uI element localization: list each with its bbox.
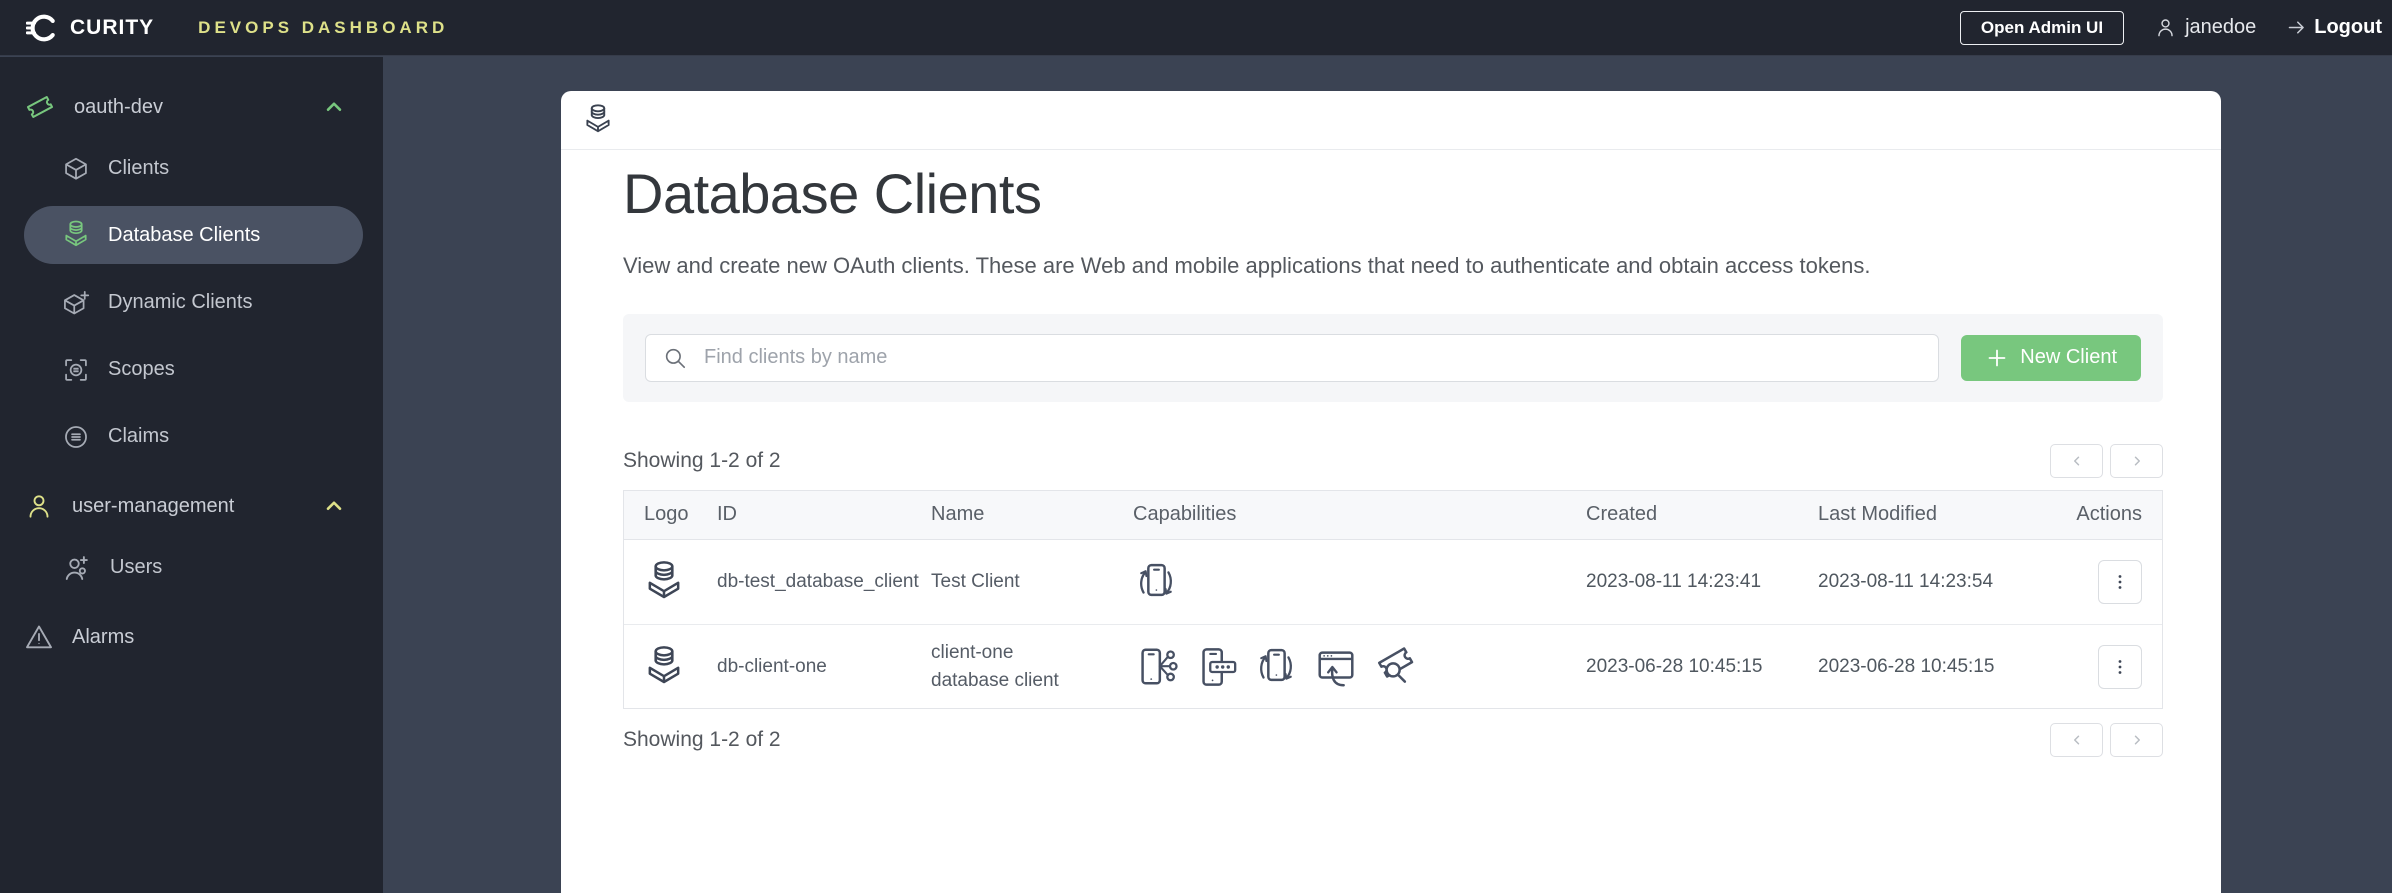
search-panel: New Client — [623, 313, 2163, 402]
phone-network-icon — [1133, 644, 1179, 690]
client-id: db-client-one — [717, 655, 827, 677]
app-title: DEVOPS DASHBOARD — [198, 17, 449, 37]
username: janedoe — [2185, 16, 2257, 38]
column-header-actions: Actions — [2076, 503, 2142, 526]
claims-icon — [62, 423, 90, 451]
database-clients-panel: Database Clients View and create new OAu… — [561, 91, 2221, 893]
brand-name: CURITY — [70, 15, 155, 39]
sidebar-item-label: Database Clients — [108, 223, 261, 246]
person-icon — [24, 491, 54, 521]
plus-icon — [1985, 346, 2009, 370]
chevron-up-icon[interactable] — [321, 493, 347, 519]
sidebar-item-database-clients[interactable]: Database Clients — [24, 206, 363, 264]
phone-refresh-icon — [1253, 644, 1299, 690]
warning-triangle-icon — [24, 622, 54, 652]
open-admin-ui-button[interactable]: Open Admin UI — [1959, 10, 2125, 45]
sidebar-section-label: user-management — [72, 494, 235, 517]
column-header-name: Name — [931, 503, 985, 526]
showing-count: Showing 1-2 of 2 — [623, 448, 781, 472]
column-header-last-modified: Last Modified — [1818, 503, 1937, 526]
sidebar-item-label: Alarms — [72, 625, 135, 648]
table-header: Logo ID Name Capabilities Created Last M… — [624, 490, 2162, 540]
topbar: CURITY DEVOPS DASHBOARD Open Admin UI ja… — [0, 0, 2392, 56]
browser-redirect-icon — [1313, 644, 1359, 690]
new-client-button[interactable]: New Client — [1961, 334, 2141, 381]
capabilities-cell — [1133, 559, 1586, 605]
row-actions-button[interactable] — [2098, 644, 2142, 689]
sidebar-section-user-management[interactable]: user-management — [0, 478, 383, 534]
scopes-icon — [62, 356, 90, 384]
previous-page-button[interactable] — [2050, 443, 2103, 478]
search-icon — [662, 345, 688, 371]
sidebar-section-label: oauth-dev — [74, 95, 163, 118]
sidebar: oauth-dev Clients Database Clients Dynam… — [0, 57, 383, 893]
cube-plus-icon — [62, 289, 90, 317]
ticket-icon — [24, 91, 56, 123]
ticket-search-icon — [1373, 644, 1419, 690]
search-input[interactable] — [645, 333, 1940, 382]
sidebar-item-claims[interactable]: Claims — [0, 403, 383, 470]
previous-page-button[interactable] — [2050, 723, 2103, 758]
phone-refresh-icon — [1133, 559, 1179, 605]
client-name: client-one database client — [931, 641, 1059, 691]
database-clients-icon — [583, 102, 613, 138]
new-client-label: New Client — [2020, 346, 2117, 369]
showing-count: Showing 1-2 of 2 — [623, 728, 781, 752]
sidebar-item-label: Dynamic Clients — [108, 291, 253, 313]
table-row: db-test_database_client Test Client 2023… — [624, 539, 2162, 624]
sidebar-item-label: Scopes — [108, 358, 175, 380]
client-logo-icon — [644, 643, 717, 691]
next-page-button[interactable] — [2110, 443, 2163, 478]
panel-header — [561, 91, 2221, 150]
client-logo-icon — [644, 558, 717, 606]
sidebar-item-label: Claims — [108, 425, 170, 447]
client-name: Test Client — [931, 571, 1020, 593]
column-header-id: ID — [717, 503, 737, 526]
sidebar-section-oauth-dev[interactable]: oauth-dev — [0, 79, 383, 135]
last-modified-date: 2023-06-28 10:45:15 — [1818, 655, 1995, 677]
person-plus-icon — [62, 553, 92, 583]
sidebar-item-users[interactable]: Users — [0, 534, 383, 601]
row-actions-button[interactable] — [2098, 559, 2142, 604]
curity-logo-icon — [26, 11, 60, 45]
next-page-button[interactable] — [2110, 723, 2163, 758]
sidebar-item-label: Clients — [108, 157, 170, 179]
capabilities-cell — [1133, 644, 1586, 690]
sidebar-item-alarms[interactable]: Alarms — [0, 609, 383, 665]
column-header-logo: Logo — [644, 503, 689, 526]
phone-password-icon — [1193, 644, 1239, 690]
user-chip: janedoe — [2154, 16, 2256, 39]
created-date: 2023-06-28 10:45:15 — [1586, 655, 1763, 677]
table-row: db-client-one client-one database client… — [624, 623, 2162, 709]
clients-table: Logo ID Name Capabilities Created Last M… — [623, 489, 2163, 710]
arrow-right-icon — [2286, 17, 2307, 38]
logout-button[interactable]: Logout — [2286, 16, 2382, 39]
pagination — [2050, 723, 2163, 758]
page-description: View and create new OAuth clients. These… — [623, 253, 1871, 279]
sidebar-item-scopes[interactable]: Scopes — [0, 336, 383, 403]
sidebar-item-dynamic-clients[interactable]: Dynamic Clients — [0, 269, 383, 336]
client-id: db-test_database_client — [717, 570, 919, 592]
pagination — [2050, 443, 2163, 478]
main-content: Database Clients View and create new OAu… — [383, 56, 2392, 893]
curity-brand: CURITY — [26, 11, 154, 45]
column-header-created: Created — [1586, 503, 1658, 526]
sidebar-item-clients[interactable]: Clients — [0, 135, 383, 202]
created-date: 2023-08-11 14:23:41 — [1586, 570, 1762, 592]
logout-label: Logout — [2314, 16, 2382, 38]
chevron-up-icon[interactable] — [321, 94, 347, 120]
cube-icon — [62, 155, 90, 183]
last-modified-date: 2023-08-11 14:23:54 — [1818, 570, 1994, 592]
user-icon — [2154, 16, 2177, 39]
page-title: Database Clients — [623, 162, 1042, 225]
column-header-capabilities: Capabilities — [1133, 503, 1237, 526]
sidebar-item-label: Users — [110, 556, 163, 578]
database-icon — [62, 219, 90, 251]
